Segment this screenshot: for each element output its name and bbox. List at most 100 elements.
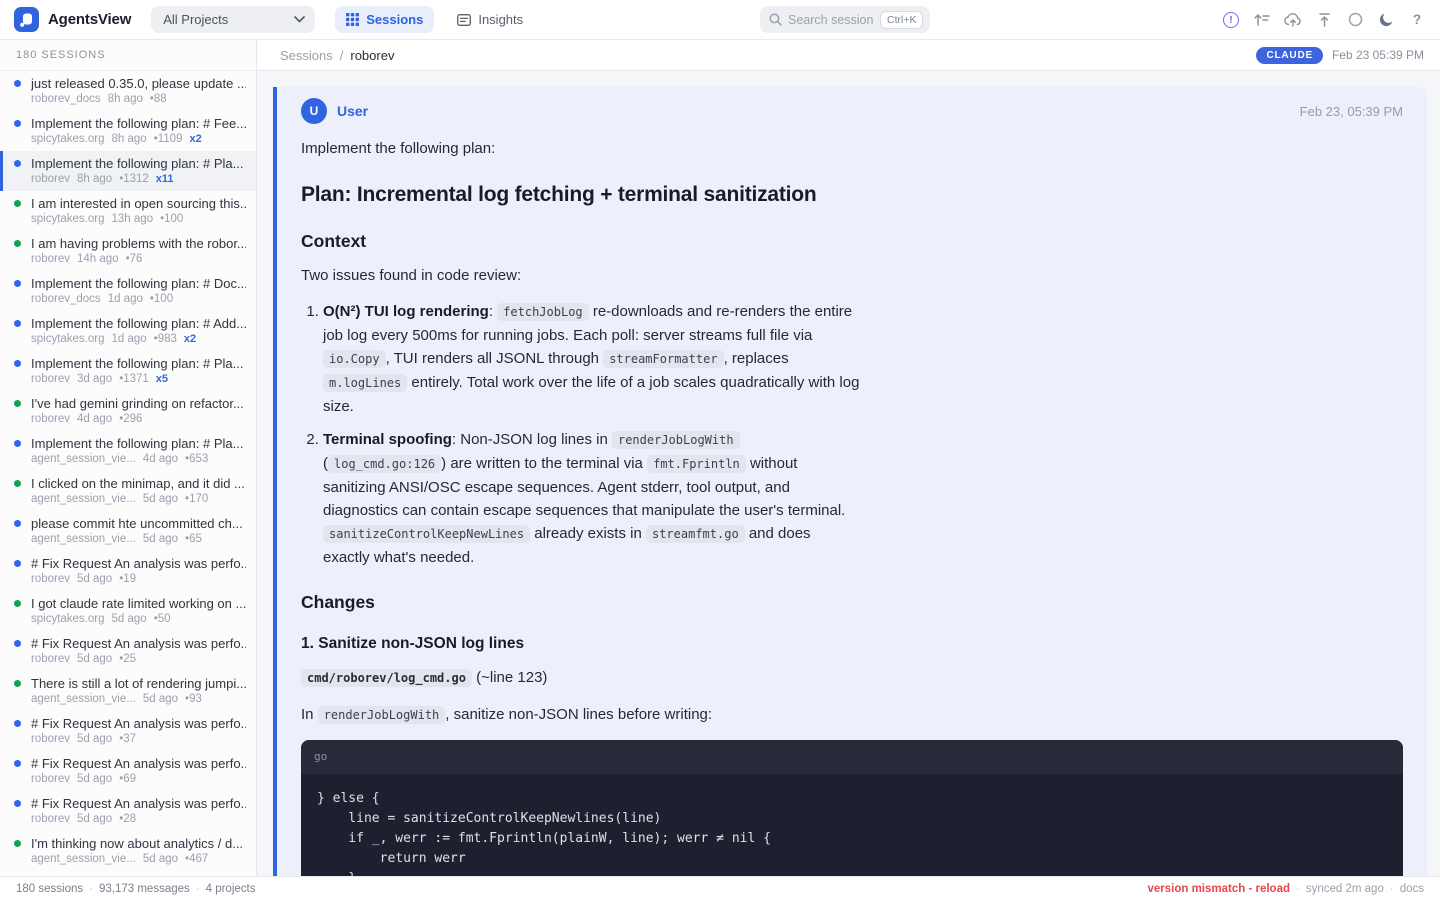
session-list-item[interactable]: # Fix Request An analysis was perfo...ro… [0,711,256,751]
user-message-card: U User Feb 23, 05:39 PM Implement the fo… [273,87,1427,876]
top-bar: AgentsView All Projects Sessions Insight… [0,0,1440,40]
inline-code: io.Copy [323,350,386,368]
session-project: agent_session_vie... [31,692,136,707]
session-time: 4d ago [77,412,112,427]
breadcrumb-root[interactable]: Sessions [280,48,333,63]
bold-text: Terminal spoofing [323,431,452,448]
message-heading: Plan: Incremental log fetching + termina… [301,181,1403,208]
session-list-item[interactable]: Implement the following plan: # Pla...ag… [0,431,256,471]
session-message-count: •170 [185,492,208,507]
sort-ascending-icon[interactable] [1253,11,1271,29]
session-list-item[interactable]: just released 0.35.0, please update ...r… [0,71,256,111]
inline-code: log_cmd.go:126 [328,455,441,473]
conversation-scroll-area[interactable]: U User Feb 23, 05:39 PM Implement the fo… [257,71,1440,876]
session-list: just released 0.35.0, please update ...r… [0,71,256,876]
sync-circle-icon[interactable] [1346,11,1364,29]
session-message-count: •50 [154,612,171,627]
session-project: agent_session_vie... [31,852,136,867]
session-message-count: •65 [185,532,202,547]
session-meta: CLAUDE Feb 23 05:39 PM [1256,47,1424,64]
session-meta-row: agent_session_vie...5d ago•93 [31,692,246,707]
session-status-dot [14,640,21,647]
session-list-item[interactable]: I am interested in open sourcing this...… [0,191,256,231]
session-project: agent_session_vie... [31,452,136,467]
session-time: 5d ago [77,732,112,747]
session-meta-row: agent_session_vie...5d ago•65 [31,532,246,547]
moon-icon[interactable] [1377,11,1395,29]
logo-glyph-icon [20,13,33,27]
topbar-icon-row: ! ? [1222,11,1426,29]
session-list-item[interactable]: Implement the following plan: # Fee...sp… [0,111,256,151]
grid-icon [346,13,359,26]
session-list-item[interactable]: please commit hte uncommitted ch...agent… [0,511,256,551]
upload-icon[interactable] [1315,11,1333,29]
alert-icon[interactable]: ! [1222,11,1240,29]
session-title: I am interested in open sourcing this... [31,196,246,212]
search-input[interactable] [788,13,874,27]
session-list-item[interactable]: # Fix Request An analysis was perfo...ro… [0,551,256,591]
status-separator: · [1390,883,1394,895]
docs-link[interactable]: docs [1400,883,1424,895]
session-meta-row: roborev5d ago•25 [31,652,246,667]
session-project: roborev [31,732,70,747]
session-message-count: •69 [119,772,136,787]
session-list-item[interactable]: I've had gemini grinding on refactor...r… [0,391,256,431]
app-name: AgentsView [48,11,131,28]
session-time: 8h ago [77,172,112,187]
session-title: # Fix Request An analysis was perfo... [31,556,246,572]
tab-sessions[interactable]: Sessions [335,6,434,33]
session-project: spicytakes.org [31,332,105,347]
list-item: Terminal spoofing: Non-JSON log lines in… [323,428,861,569]
session-multiplier-badge: x11 [156,172,174,187]
help-icon[interactable]: ? [1408,11,1426,29]
session-list-item[interactable]: I got claude rate limited working on ...… [0,591,256,631]
session-meta-row: agent_session_vie...5d ago•170 [31,492,246,507]
session-list-item[interactable]: Implement the following plan: # Pla...ro… [0,351,256,391]
status-separator: · [196,883,200,895]
session-time: 5d ago [77,652,112,667]
inline-code: renderJobLogWith [612,431,740,449]
session-message-count: •983 [154,332,177,347]
status-separator: · [1296,883,1300,895]
bold-text: O(N²) TUI log rendering [323,303,489,320]
status-right: version mismatch - reload · synced 2m ag… [1147,883,1424,895]
session-item-text: I got claude rate limited working on ...… [31,596,246,627]
session-title: please commit hte uncommitted ch... [31,516,246,532]
session-message-count: •1312 [119,172,149,187]
session-list-item[interactable]: # Fix Request An analysis was perfo...ro… [0,631,256,671]
session-status-dot [14,360,21,367]
session-title: I got claude rate limited working on ... [31,596,246,612]
session-list-item[interactable]: I clicked on the minimap, and it did ...… [0,471,256,511]
message-body: Implement the following plan:Plan: Incre… [301,137,1403,876]
search-box[interactable]: Ctrl+K [760,6,930,33]
tab-insights[interactable]: Insights [448,6,532,33]
project-filter-select[interactable]: All Projects [151,6,315,33]
session-list-item[interactable]: I'm thinking now about analytics / d...a… [0,831,256,871]
cloud-upload-icon[interactable] [1284,11,1302,29]
session-meta-row: roborev4d ago•296 [31,412,246,427]
session-item-text: Implement the following plan: # Doc...ro… [31,276,246,307]
session-list-item[interactable]: Implement the following plan: # Doc...ro… [0,271,256,311]
session-list-item[interactable]: I am having problems with the robor...ro… [0,231,256,271]
status-bar: 180 sessions · 93,173 messages · 4 proje… [0,876,1440,900]
session-status-dot [14,760,21,767]
session-status-dot [14,560,21,567]
user-avatar: U [301,98,327,124]
session-list-item[interactable]: # Fix Request An analysis was perfo...ro… [0,751,256,791]
inline-code: fetchJobLog [497,303,588,321]
session-item-text: There is still a lot of rendering jumpi.… [31,676,246,707]
session-list-item[interactable]: Implement the following plan: # Add...sp… [0,311,256,351]
session-time: 14h ago [77,252,119,267]
session-list-item[interactable]: There is still a lot of rendering jumpi.… [0,671,256,711]
app-logo-icon[interactable] [14,7,39,32]
message-heading: 1. Sanitize non-JSON log lines [301,632,1403,655]
session-list-item[interactable]: # Fix Request An analysis was perfo...ro… [0,791,256,831]
session-timestamp: Feb 23 05:39 PM [1332,48,1424,62]
message-heading: Changes [301,591,1403,614]
version-mismatch-warning[interactable]: version mismatch - reload [1147,883,1290,895]
session-status-dot [14,200,21,207]
session-project: roborev [31,172,70,187]
session-status-dot [14,120,21,127]
message-timestamp: Feb 23, 05:39 PM [1300,104,1403,119]
session-list-item[interactable]: Implement the following plan: # Pla...ro… [0,151,256,191]
